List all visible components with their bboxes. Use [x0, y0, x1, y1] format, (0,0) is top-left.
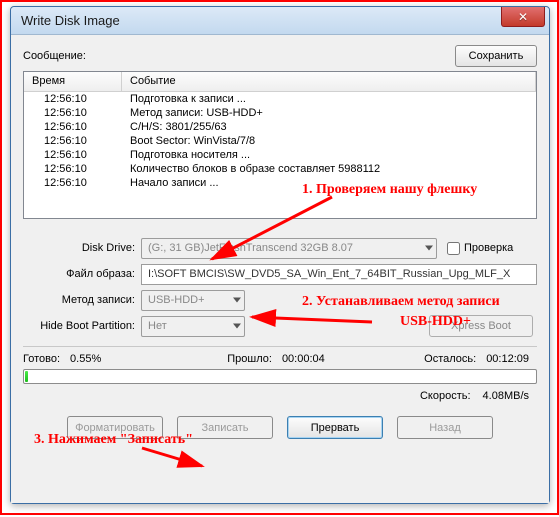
done-label: Готово:: [23, 353, 60, 365]
back-button: Назад: [397, 416, 493, 439]
log-row: 12:56:10Количество блоков в образе соста…: [24, 162, 536, 176]
verify-checkbox[interactable]: Проверка: [447, 242, 513, 255]
chevron-down-icon: [233, 298, 241, 303]
save-button[interactable]: Сохранить: [455, 45, 537, 67]
client-area: Сообщение: Сохранить Время Событие 12:56…: [11, 35, 549, 503]
close-button[interactable]: ✕: [501, 7, 545, 27]
xpress-boot-button[interactable]: Xpress Boot: [429, 315, 533, 337]
abort-button[interactable]: Прервать: [287, 416, 383, 439]
image-file-field[interactable]: I:\SOFT BMCIS\SW_DVD5_SA_Win_Ent_7_64BIT…: [141, 264, 537, 285]
log-panel: Время Событие 12:56:10Подготовка к запис…: [23, 71, 537, 219]
image-file-label: Файл образа:: [23, 268, 141, 280]
hide-boot-combo[interactable]: Нет: [141, 316, 245, 337]
disk-drive-combo[interactable]: (G:, 31 GB)JetFlashTranscend 32GB 8.07: [141, 238, 437, 259]
done-value: 0.55%: [70, 353, 101, 365]
progress-bar: [23, 369, 537, 384]
log-row: 12:56:10Начало записи ...: [24, 176, 536, 190]
disk-drive-label: Disk Drive:: [23, 242, 141, 254]
hide-boot-label: Hide Boot Partition:: [23, 320, 141, 332]
close-icon: ✕: [518, 10, 528, 24]
elapsed-value: 00:00:04: [282, 353, 325, 365]
speed-value: 4.08MB/s: [483, 390, 529, 402]
message-label: Сообщение:: [23, 50, 86, 62]
button-row: Форматировать Записать Прервать Назад: [23, 416, 537, 439]
chevron-down-icon: [425, 246, 433, 251]
format-button: Форматировать: [67, 416, 163, 439]
log-header: Время Событие: [24, 72, 536, 92]
verify-check-input[interactable]: [447, 242, 460, 255]
remaining-value: 00:12:09: [486, 353, 529, 365]
elapsed-label: Прошло:: [227, 353, 272, 365]
write-method-combo[interactable]: USB-HDD+: [141, 290, 245, 311]
col-event-header[interactable]: Событие: [122, 72, 536, 91]
titlebar[interactable]: Write Disk Image ✕: [11, 7, 549, 35]
speed-label: Скорость:: [420, 390, 471, 402]
log-row: 12:56:10Метод записи: USB-HDD+: [24, 106, 536, 120]
window-title: Write Disk Image: [21, 13, 120, 28]
log-row: 12:56:10Boot Sector: WinVista/7/8: [24, 134, 536, 148]
window: Write Disk Image ✕ Сообщение: Сохранить …: [10, 6, 550, 504]
col-time-header[interactable]: Время: [24, 72, 122, 91]
log-row: 12:56:10Подготовка носителя ...: [24, 148, 536, 162]
write-method-label: Метод записи:: [23, 294, 141, 306]
write-button: Записать: [177, 416, 273, 439]
log-row: 12:56:10C/H/S: 3801/255/63: [24, 120, 536, 134]
log-body[interactable]: 12:56:10Подготовка к записи ... 12:56:10…: [24, 92, 536, 218]
chevron-down-icon: [233, 324, 241, 329]
progress-fill: [25, 371, 28, 382]
log-row: 12:56:10Подготовка к записи ...: [24, 92, 536, 106]
remaining-label: Осталось:: [424, 353, 476, 365]
